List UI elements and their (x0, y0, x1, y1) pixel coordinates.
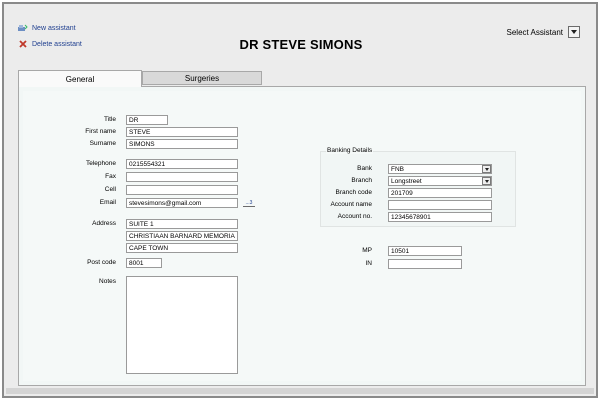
title-label: Title (103, 116, 116, 123)
select-assistant[interactable]: Select Assistant (507, 26, 580, 38)
email-send-button[interactable]: ...3 (243, 199, 255, 207)
telephone-label: Telephone (86, 160, 116, 167)
title-field[interactable] (126, 115, 168, 125)
account-no-label: Account no. (337, 213, 372, 220)
address-label: Address (92, 220, 116, 227)
branch-dropdown-button[interactable] (482, 177, 491, 185)
window-bottom-edge (6, 388, 594, 394)
cell-label: Cell (104, 186, 116, 193)
page-title: DR STEVE SIMONS (239, 37, 363, 52)
in-label: IN (365, 260, 373, 267)
fax-field[interactable] (126, 172, 238, 182)
post-code-field[interactable] (126, 258, 162, 268)
branch-combo[interactable] (388, 176, 492, 186)
post-code-label: Post code (87, 259, 116, 266)
new-assistant-label: New assistant (32, 24, 76, 32)
notes-field[interactable] (126, 276, 238, 374)
fax-label: Fax (105, 173, 116, 180)
notes-label: Notes (99, 278, 116, 285)
assistant-window: New assistant Delete assistant DR STEVE … (2, 2, 598, 398)
address-line-2[interactable] (126, 231, 238, 241)
banking-details-heading: Banking Details (326, 147, 374, 154)
select-assistant-dropdown-button[interactable] (568, 26, 580, 38)
account-name-label: Account name (330, 201, 372, 208)
branch-code-field[interactable] (388, 188, 492, 198)
delete-x-icon (18, 40, 28, 48)
email-label: Email (99, 199, 116, 206)
new-user-icon (18, 24, 28, 32)
account-no-field[interactable] (388, 212, 492, 222)
bank-combo[interactable] (388, 164, 492, 174)
tab-general[interactable]: General (18, 70, 142, 87)
select-assistant-label: Select Assistant (506, 27, 563, 37)
address-line-3[interactable] (126, 243, 238, 253)
mp-field[interactable] (388, 246, 462, 256)
email-field[interactable] (126, 198, 238, 208)
bank-label: Bank (357, 165, 372, 172)
surname-field[interactable] (126, 139, 238, 149)
branch-code-label: Branch code (335, 189, 373, 196)
address-line-1[interactable] (126, 219, 238, 229)
new-assistant-link[interactable]: New assistant (18, 24, 76, 32)
bank-dropdown-button[interactable] (482, 165, 491, 173)
delete-assistant-label: Delete assistant (32, 40, 82, 48)
account-name-field[interactable] (388, 200, 492, 210)
in-field[interactable] (388, 259, 462, 269)
branch-label: Branch (351, 177, 372, 184)
first-name-label: First name (85, 128, 116, 135)
telephone-field[interactable] (126, 159, 238, 169)
cell-field[interactable] (126, 185, 238, 195)
mp-label: MP (362, 247, 372, 254)
first-name-field[interactable] (126, 127, 238, 137)
tab-surgeries[interactable]: Surgeries (142, 71, 262, 85)
surname-label: Surname (89, 140, 116, 147)
delete-assistant-link[interactable]: Delete assistant (18, 40, 82, 48)
